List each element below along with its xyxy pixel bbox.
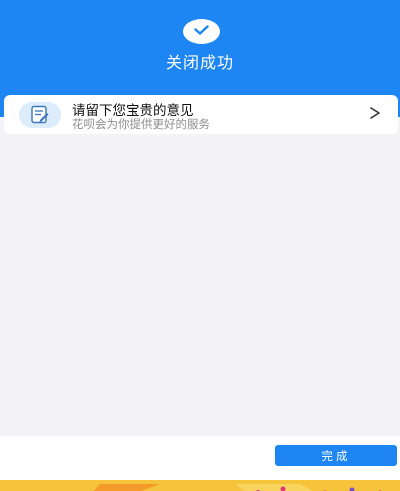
header-title: 关闭成功: [165, 53, 234, 72]
feedback-subtitle: 花呗会为你提供更好的服务: [72, 117, 210, 131]
footer-bar: 完成: [0, 436, 400, 480]
feedback-entry[interactable]: 请留下您宝贵的意见 花呗会为你提供更好的服务: [4, 95, 398, 134]
promo-banner-strip[interactable]: [0, 480, 400, 491]
banner-decoration: [93, 484, 382, 491]
chevron-right-icon: [366, 103, 384, 123]
check-icon: [183, 19, 220, 44]
feedback-edit-icon: [19, 102, 61, 128]
done-button[interactable]: 完成: [275, 445, 397, 466]
